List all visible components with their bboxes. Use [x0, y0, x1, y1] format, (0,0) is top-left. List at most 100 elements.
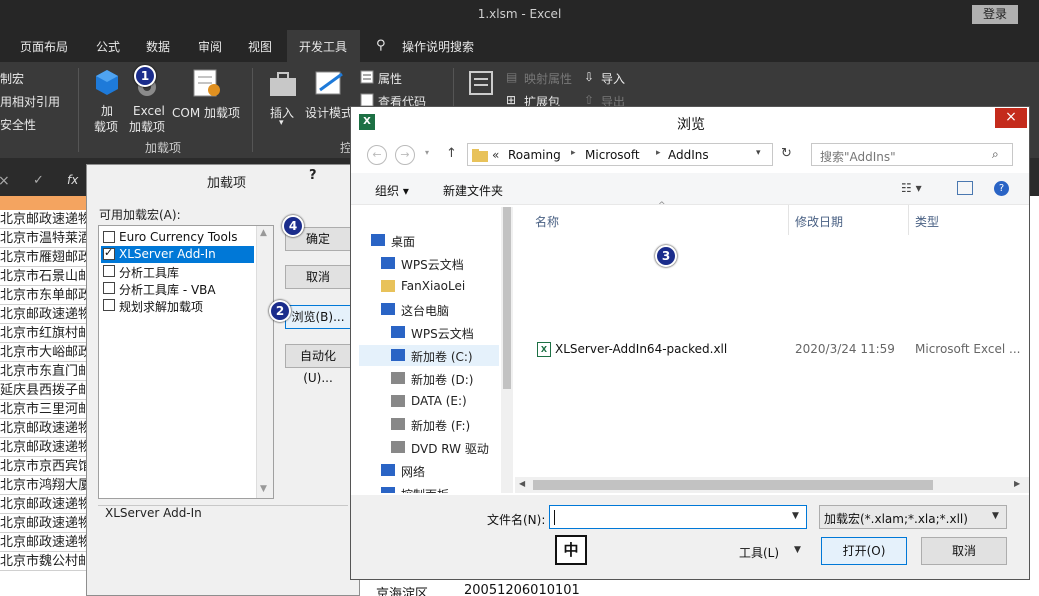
- com-addins-label[interactable]: COM 加载项: [172, 104, 240, 121]
- address-dropdown-icon[interactable]: ▾: [756, 148, 761, 158]
- file-name[interactable]: XLServer-AddIn64-packed.xll: [555, 342, 727, 356]
- table-row[interactable]: 北京邮政速递物: [0, 514, 94, 533]
- filter-dropdown-icon[interactable]: ▼: [992, 511, 999, 521]
- scroll-down-icon[interactable]: ▼: [260, 484, 267, 494]
- close-button[interactable]: ×: [995, 108, 1027, 128]
- table-row[interactable]: 北京市东直门邮: [0, 362, 94, 381]
- cell-district[interactable]: 京海淀区: [376, 583, 428, 596]
- filename-input[interactable]: ▼: [549, 505, 807, 529]
- table-row[interactable]: 北京邮政速递物: [0, 210, 94, 229]
- addins-list[interactable]: Euro Currency Tools ✓ XLServer Add-In 分析工具库…: [98, 225, 274, 499]
- properties-button[interactable]: 属性: [378, 70, 402, 87]
- relative-ref-button[interactable]: 使用相对引用: [0, 93, 60, 110]
- confirm-entry-icon[interactable]: ✓: [33, 173, 44, 188]
- table-row[interactable]: 北京邮政速递物: [0, 305, 94, 324]
- table-row[interactable]: 北京市大峪邮政: [0, 343, 94, 362]
- help-button[interactable]: ?: [309, 168, 317, 183]
- table-row[interactable]: 北京市红旗村邮: [0, 324, 94, 343]
- breadcrumb-addins[interactable]: AddIns: [668, 148, 709, 162]
- login-button[interactable]: 登录: [972, 5, 1018, 24]
- nav-scrollbar-thumb[interactable]: [503, 207, 511, 389]
- search-input[interactable]: 搜索"AddIns" ⌕: [811, 143, 1013, 166]
- addin-checkbox[interactable]: ✓: [103, 246, 115, 260]
- file-type-select[interactable]: 加载宏(*.xlam;*.xla;*.xll) ▼: [819, 505, 1007, 529]
- nav-scrollbar[interactable]: [501, 207, 513, 493]
- addin-checkbox[interactable]: [103, 282, 115, 294]
- addins-list-scrollbar[interactable]: ▲ ▼: [256, 226, 273, 498]
- table-row[interactable]: 北京邮政速递物: [0, 419, 94, 438]
- tab-view[interactable]: 视图: [248, 38, 272, 55]
- cancel-entry-icon[interactable]: ×: [0, 173, 10, 189]
- table-row[interactable]: 延庆县西拨子邮: [0, 381, 94, 400]
- column-type[interactable]: 类型: [915, 213, 939, 230]
- list-item[interactable]: [359, 460, 499, 481]
- excel-addins-label-2[interactable]: 加载项: [129, 118, 165, 135]
- table-row[interactable]: 北京市温特莱酒: [0, 229, 94, 248]
- scroll-up-icon[interactable]: ▲: [260, 228, 267, 238]
- table-row[interactable]: 北京市雁翅邮政: [0, 248, 94, 267]
- table-row[interactable]: 北京市京西宾馆: [0, 457, 94, 476]
- breadcrumb-roaming[interactable]: Roaming: [508, 148, 561, 162]
- tab-page-layout[interactable]: 页面布局: [20, 38, 68, 55]
- view-options-icon[interactable]: ☷ ▾: [901, 181, 922, 195]
- table-row[interactable]: 北京市魏公村邮: [0, 552, 94, 571]
- scroll-right-icon[interactable]: ▶: [1014, 479, 1020, 488]
- tab-review[interactable]: 审阅: [198, 38, 222, 55]
- ime-indicator[interactable]: 中: [555, 535, 587, 565]
- cancel-button[interactable]: 取消: [285, 265, 351, 289]
- table-row[interactable]: 北京邮政速递物: [0, 438, 94, 457]
- addins-label-2[interactable]: 载项: [94, 118, 118, 135]
- open-button[interactable]: 打开(O): [821, 537, 907, 565]
- h-scrollbar-thumb[interactable]: [533, 480, 933, 490]
- addin-checkbox[interactable]: [103, 265, 115, 277]
- organize-menu[interactable]: 组织 ▾: [375, 182, 409, 199]
- import-button[interactable]: 导入: [601, 70, 625, 87]
- back-icon[interactable]: ←: [367, 145, 387, 165]
- tab-formulas[interactable]: 公式: [96, 38, 120, 55]
- preview-pane-icon[interactable]: [957, 181, 973, 195]
- file-list[interactable]: ^ 名称 修改日期 类型 X XLServer-AddIn64-packed.x…: [515, 201, 1029, 495]
- column-name[interactable]: 名称: [535, 213, 559, 230]
- record-macro-button[interactable]: 录制宏: [0, 70, 24, 87]
- table-row[interactable]: 北京市鸿翔大厦: [0, 476, 94, 495]
- browse-button[interactable]: 浏览(B)...: [285, 305, 351, 329]
- breadcrumb-overflow[interactable]: «: [492, 148, 499, 162]
- tell-me-search[interactable]: 操作说明搜索: [402, 38, 474, 55]
- addin-checkbox[interactable]: [103, 299, 115, 311]
- list-item[interactable]: ✓ XLServer Add-In: [101, 246, 254, 263]
- up-folder-icon[interactable]: ↑: [446, 146, 457, 161]
- recent-dropdown-icon[interactable]: ▾: [425, 148, 429, 157]
- cell-code[interactable]: 20051206010101: [464, 583, 580, 596]
- scroll-left-icon[interactable]: ◀: [519, 479, 525, 488]
- tools-dropdown-icon[interactable]: ▼: [794, 545, 801, 555]
- tab-data[interactable]: 数据: [146, 38, 170, 55]
- list-item[interactable]: Euro Currency Tools: [101, 229, 254, 246]
- addins-label-1[interactable]: 加: [101, 102, 113, 119]
- browse-cancel-button[interactable]: 取消: [921, 537, 1007, 565]
- column-date[interactable]: 修改日期: [795, 213, 843, 230]
- file-list-h-scrollbar[interactable]: ◀ ▶: [515, 477, 1029, 493]
- breadcrumb-microsoft[interactable]: Microsoft: [585, 148, 640, 162]
- table-row[interactable]: 北京市东单邮政: [0, 286, 94, 305]
- automation-button[interactable]: 自动化(U)...: [285, 344, 351, 385]
- address-bar[interactable]: « Roaming ▸ Microsoft ▸ AddIns ▾: [467, 143, 773, 166]
- table-row[interactable]: 北京市石景山邮: [0, 267, 94, 286]
- forward-icon[interactable]: →: [395, 145, 415, 165]
- addin-checkbox[interactable]: [103, 231, 115, 243]
- table-row[interactable]: 北京市三里河邮: [0, 400, 94, 419]
- tab-developer[interactable]: 开发工具: [299, 38, 347, 55]
- navigation-pane[interactable]: 桌面 WPS云文档 FanXiaoLei 这台电脑 WPS云文档 新加卷 (C:) 新加卷 …: [359, 207, 513, 493]
- table-row[interactable]: 北京邮政速递物: [0, 495, 94, 514]
- filename-dropdown-icon[interactable]: ▼: [792, 511, 799, 521]
- list-item[interactable]: 分析工具库: [101, 263, 254, 280]
- macro-security-button[interactable]: 宏安全性: [0, 116, 36, 133]
- list-item[interactable]: 规划求解加载项: [101, 297, 254, 314]
- insert-function-icon[interactable]: fx: [67, 173, 78, 187]
- excel-addins-label-1[interactable]: Excel: [133, 104, 165, 118]
- design-mode-button[interactable]: 设计模式: [305, 104, 353, 121]
- refresh-icon[interactable]: ↻: [781, 146, 792, 161]
- tools-menu[interactable]: 工具(L): [739, 544, 779, 561]
- new-folder-button[interactable]: 新建文件夹: [443, 182, 503, 199]
- list-item[interactable]: 分析工具库 - VBA: [101, 280, 254, 297]
- table-row[interactable]: 北京邮政速递物: [0, 533, 94, 552]
